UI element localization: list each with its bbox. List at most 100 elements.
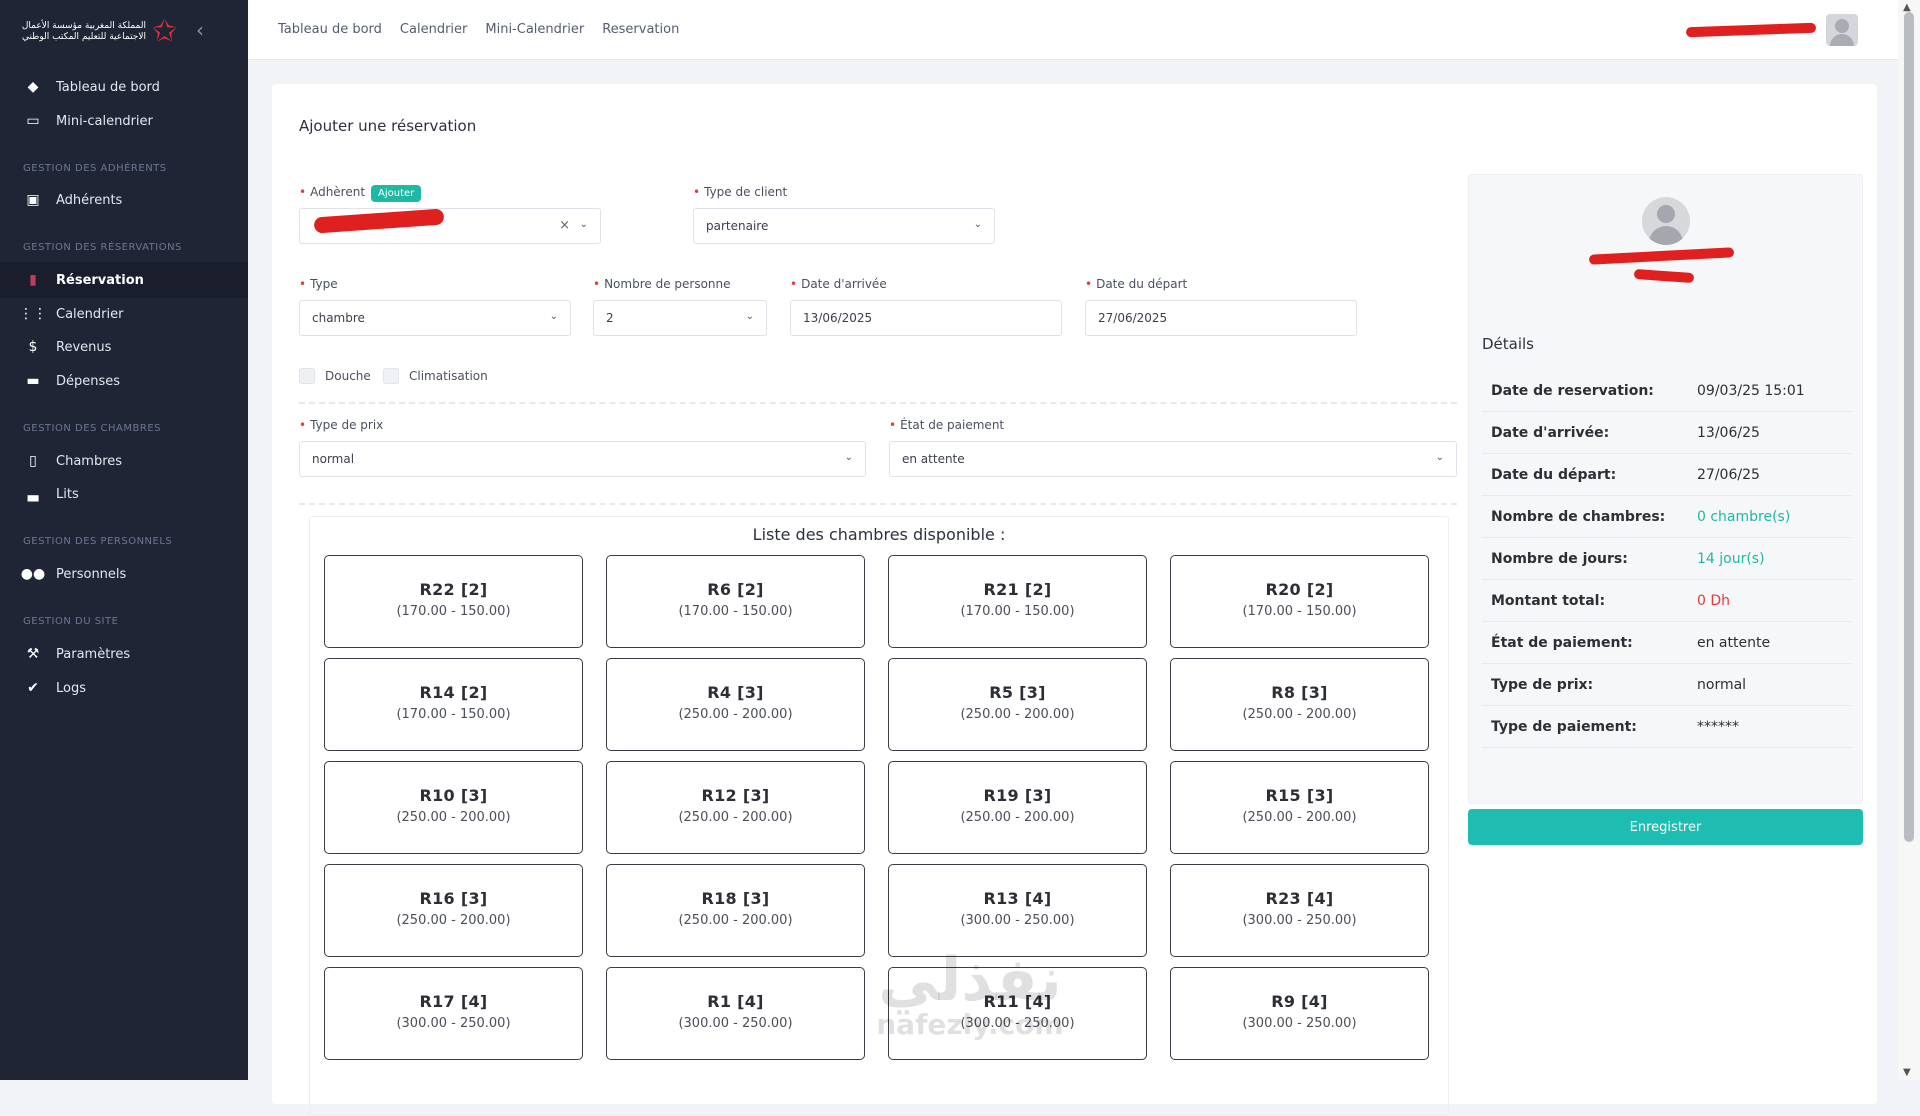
climatisation-checkbox[interactable]: Climatisation (383, 368, 488, 384)
douche-checkbox[interactable]: Douche (299, 368, 371, 384)
room-card[interactable]: R9 [4] (300.00 - 250.00) (1170, 967, 1429, 1060)
room-card[interactable]: R18 [3] (250.00 - 200.00) (606, 864, 865, 957)
chevron-down-icon: ⌄ (745, 311, 754, 322)
sidebar-item[interactable]: ▬ Dépenses (0, 363, 248, 399)
room-price: (300.00 - 250.00) (678, 1016, 793, 1031)
room-card[interactable]: R20 [2] (170.00 - 150.00) (1170, 555, 1429, 648)
sidebar-item[interactable]: ▣ Adhérents (0, 182, 248, 218)
details-title: Détails (1482, 335, 1535, 353)
top-nav-link[interactable]: Reservation (602, 22, 679, 37)
room-card[interactable]: R19 [3] (250.00 - 200.00) (888, 761, 1147, 854)
page-scrollbar[interactable]: ▲ ▼ (1898, 0, 1920, 1080)
room-card[interactable]: R16 [3] (250.00 - 200.00) (324, 864, 583, 957)
detail-key: Date d'arrivée: (1491, 424, 1610, 441)
checkbox-box[interactable] (299, 368, 315, 384)
detail-key: Date de reservation: (1491, 382, 1654, 399)
scrollbar-thumb[interactable] (1904, 12, 1914, 842)
avatar[interactable] (1826, 14, 1858, 46)
room-price: (170.00 - 150.00) (960, 604, 1075, 619)
sidebar-item[interactable]: ▯ Chambres (0, 443, 248, 479)
detail-row: Type de paiement: ****** (1482, 706, 1852, 748)
room-card[interactable]: R10 [3] (250.00 - 200.00) (324, 761, 583, 854)
sidebar-item-label: Lits (56, 486, 79, 502)
etat-paiement-select[interactable]: en attente ⌄ (889, 441, 1457, 477)
type-prix-value: normal (312, 452, 355, 466)
detail-value: 27/06/25 (1697, 466, 1760, 483)
sidebar-item[interactable]: $ Revenus (0, 329, 248, 365)
scroll-down-icon[interactable]: ▼ (1903, 1067, 1911, 1078)
detail-value: ****** (1697, 718, 1739, 735)
collapse-sidebar-icon[interactable]: ‹ (196, 18, 204, 42)
room-card[interactable]: R14 [2] (170.00 - 150.00) (324, 658, 583, 751)
room-name: R15 [3] (1265, 786, 1334, 805)
detail-row: Nombre de chambres: 0 chambre(s) (1482, 496, 1852, 538)
type-select[interactable]: chambre ⌄ (299, 300, 571, 336)
room-price: (170.00 - 150.00) (396, 604, 511, 619)
room-name: R13 [4] (983, 889, 1052, 908)
room-card[interactable]: R21 [2] (170.00 - 150.00) (888, 555, 1147, 648)
sidebar-section-title: GESTION DES CHAMBRES (23, 423, 161, 434)
check-circle-icon: ✔ (27, 680, 39, 696)
room-price: (250.00 - 200.00) (396, 913, 511, 928)
sidebar: المملكة المغربية مؤسسة الأعمال الاجتماعي… (0, 0, 248, 1080)
room-price: (250.00 - 200.00) (678, 810, 793, 825)
top-nav-link[interactable]: Calendrier (400, 22, 467, 37)
room-price: (300.00 - 250.00) (1242, 1016, 1357, 1031)
room-price: (250.00 - 200.00) (960, 810, 1075, 825)
room-name: R6 [2] (707, 580, 764, 599)
bed-icon: ▃ (27, 486, 39, 502)
detail-value: en attente (1697, 634, 1771, 651)
detail-row: Montant total: 0 Dh (1482, 580, 1852, 622)
type-client-select[interactable]: partenaire ⌄ (693, 208, 995, 244)
save-button[interactable]: Enregistrer (1468, 809, 1863, 845)
etat-paiement-label: • État de paiement (889, 418, 1005, 432)
sidebar-item[interactable]: ⋮⋮ Calendrier (0, 296, 248, 332)
room-card[interactable]: R4 [3] (250.00 - 200.00) (606, 658, 865, 751)
room-card[interactable]: R1 [4] (300.00 - 250.00) (606, 967, 865, 1060)
sidebar-item[interactable]: ◆ Tableau de bord (0, 69, 248, 105)
room-card[interactable]: R12 [3] (250.00 - 200.00) (606, 761, 865, 854)
sidebar-item[interactable]: ●● Personnels (0, 556, 248, 592)
add-adherent-button[interactable]: Ajouter (371, 185, 422, 202)
checkbox-box[interactable] (383, 368, 399, 384)
room-card[interactable]: R17 [4] (300.00 - 250.00) (324, 967, 583, 1060)
room-card[interactable]: R23 [4] (300.00 - 250.00) (1170, 864, 1429, 957)
detail-key: Type de paiement: (1491, 718, 1637, 735)
detail-row: Date d'arrivée: 13/06/25 (1482, 412, 1852, 454)
depart-date-field[interactable]: 27/06/2025 (1085, 300, 1357, 336)
adherent-select[interactable]: × ⌄ (299, 208, 601, 244)
room-card[interactable]: R6 [2] (170.00 - 150.00) (606, 555, 865, 648)
nombre-select[interactable]: 2 ⌄ (593, 300, 767, 336)
depart-label-text: Date du départ (1096, 277, 1188, 291)
type-prix-label-text: Type de prix (310, 418, 384, 432)
room-card[interactable]: R8 [3] (250.00 - 200.00) (1170, 658, 1429, 751)
room-card[interactable]: R5 [3] (250.00 - 200.00) (888, 658, 1147, 751)
clear-icon[interactable]: × (559, 218, 570, 233)
room-name: R14 [2] (419, 683, 488, 702)
room-card[interactable]: R15 [3] (250.00 - 200.00) (1170, 761, 1429, 854)
sidebar-item[interactable]: ▃ Lits (0, 476, 248, 512)
sidebar-section-title: GESTION DU SITE (23, 616, 119, 627)
top-nav-link[interactable]: Mini-Calendrier (485, 22, 584, 37)
redacted-member-name (1588, 247, 1735, 265)
user-menu[interactable] (1685, 14, 1858, 46)
nombre-label-text: Nombre de personne (604, 277, 731, 291)
sidebar-item[interactable]: ▮ Réservation (0, 262, 248, 298)
room-price: (250.00 - 200.00) (678, 913, 793, 928)
type-label-text: Type (310, 277, 338, 291)
room-price: (300.00 - 250.00) (960, 913, 1075, 928)
room-name: R19 [3] (983, 786, 1052, 805)
mini-calendar-icon: ▭ (26, 113, 40, 129)
room-card[interactable]: R22 [2] (170.00 - 150.00) (324, 555, 583, 648)
logo[interactable]: المملكة المغربية مؤسسة الأعمال الاجتماعي… (20, 12, 220, 52)
arrivee-date-field[interactable]: 13/06/2025 (790, 300, 1062, 336)
room-price: (300.00 - 250.00) (396, 1016, 511, 1031)
sidebar-item[interactable]: ✔ Logs (0, 670, 248, 706)
top-nav-link[interactable]: Tableau de bord (278, 22, 382, 37)
calendar-icon: ⋮⋮ (19, 306, 47, 322)
type-prix-select[interactable]: normal ⌄ (299, 441, 866, 477)
sidebar-item[interactable]: ⚒ Paramètres (0, 636, 248, 672)
detail-value: 0 chambre(s) (1697, 508, 1791, 525)
sidebar-item[interactable]: ▭ Mini-calendrier (0, 103, 248, 139)
room-card[interactable]: R13 [4] (300.00 - 250.00) (888, 864, 1147, 957)
